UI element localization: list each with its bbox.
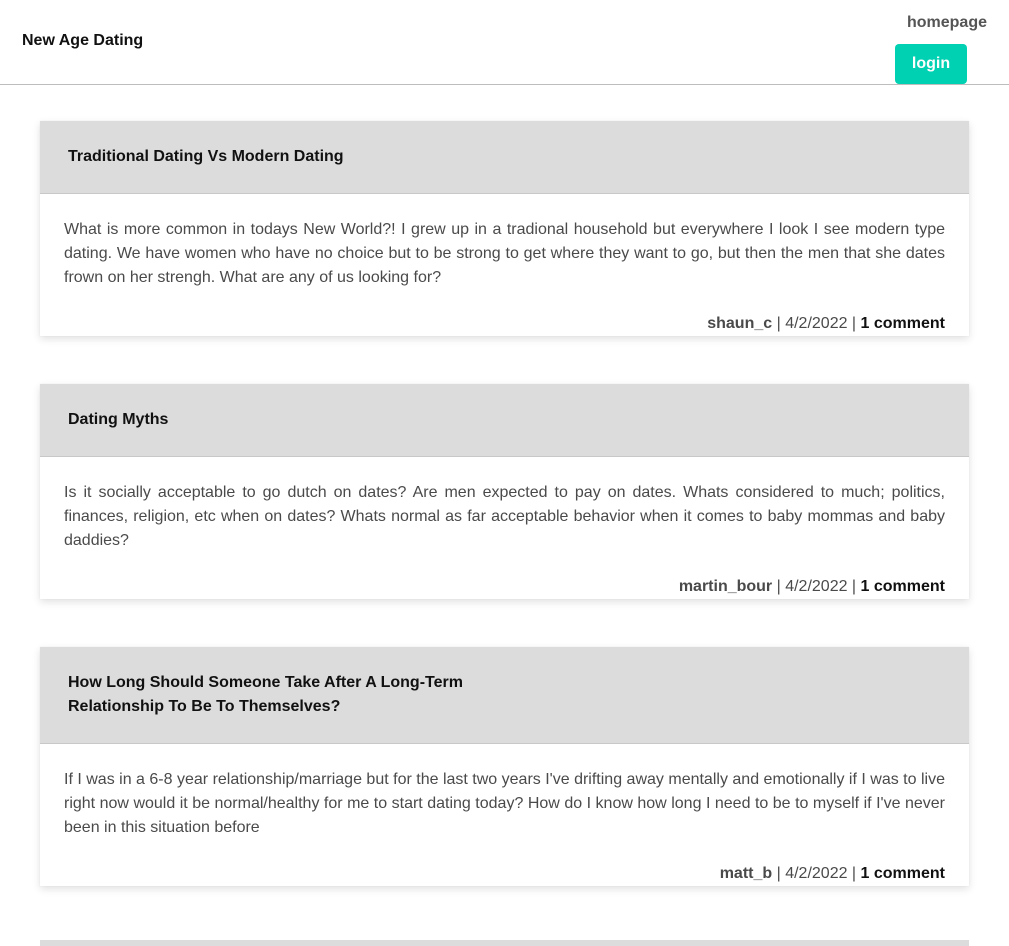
post-title[interactable]: Dating Myths	[68, 408, 488, 432]
post-author: shaun_c	[707, 315, 773, 332]
post-card[interactable]: Dating Myths Is it socially acceptable t…	[40, 384, 969, 599]
post-date: 4/2/2022	[785, 578, 848, 595]
post-card[interactable]: How Long Should Someone Take After A Lon…	[40, 647, 969, 886]
meta-separator: |	[847, 578, 861, 595]
meta-separator: |	[772, 865, 786, 882]
post-author: martin_bour	[678, 578, 773, 595]
post-meta: shaun_c | 4/2/2022 | 1 comment	[40, 290, 969, 336]
post-body: If I was in a 6-8 year relationship/marr…	[64, 771, 945, 836]
site-header: New Age Dating homepage login	[0, 0, 1009, 85]
post-body: What is more common in todays New World?…	[64, 221, 945, 286]
meta-separator: |	[847, 865, 861, 882]
meta-separator: |	[847, 315, 861, 332]
post-title[interactable]: Traditional Dating Vs Modern Dating	[68, 145, 488, 169]
post-body: Is it socially acceptable to go dutch on…	[64, 484, 945, 549]
post-comments-link[interactable]: 1 comment	[861, 865, 945, 882]
post-title[interactable]: How Long Should Someone Take After A Lon…	[68, 671, 488, 719]
post-header[interactable]: Dating Myths	[40, 384, 969, 457]
post-date: 4/2/2022	[785, 315, 848, 332]
login-button[interactable]: login	[895, 44, 967, 84]
post-author: matt_b	[719, 865, 773, 882]
post-date: 4/2/2022	[785, 865, 848, 882]
post-comments-link[interactable]: 1 comment	[861, 315, 945, 332]
nav-homepage-link[interactable]: homepage	[907, 14, 987, 32]
meta-separator: |	[772, 578, 786, 595]
meta-separator: |	[772, 315, 786, 332]
post-card[interactable]: Traditional Dating Vs Modern Dating What…	[40, 121, 969, 336]
post-comments-link[interactable]: 1 comment	[861, 578, 945, 595]
site-title[interactable]: New Age Dating	[22, 32, 143, 50]
post-meta: matt_b | 4/2/2022 | 1 comment	[40, 840, 969, 886]
post-feed: Traditional Dating Vs Modern Dating What…	[40, 121, 969, 934]
post-card-partial[interactable]	[40, 940, 969, 946]
post-header[interactable]: How Long Should Someone Take After A Lon…	[40, 647, 969, 744]
post-header[interactable]: Traditional Dating Vs Modern Dating	[40, 121, 969, 194]
post-meta: martin_bour | 4/2/2022 | 1 comment	[40, 553, 969, 599]
